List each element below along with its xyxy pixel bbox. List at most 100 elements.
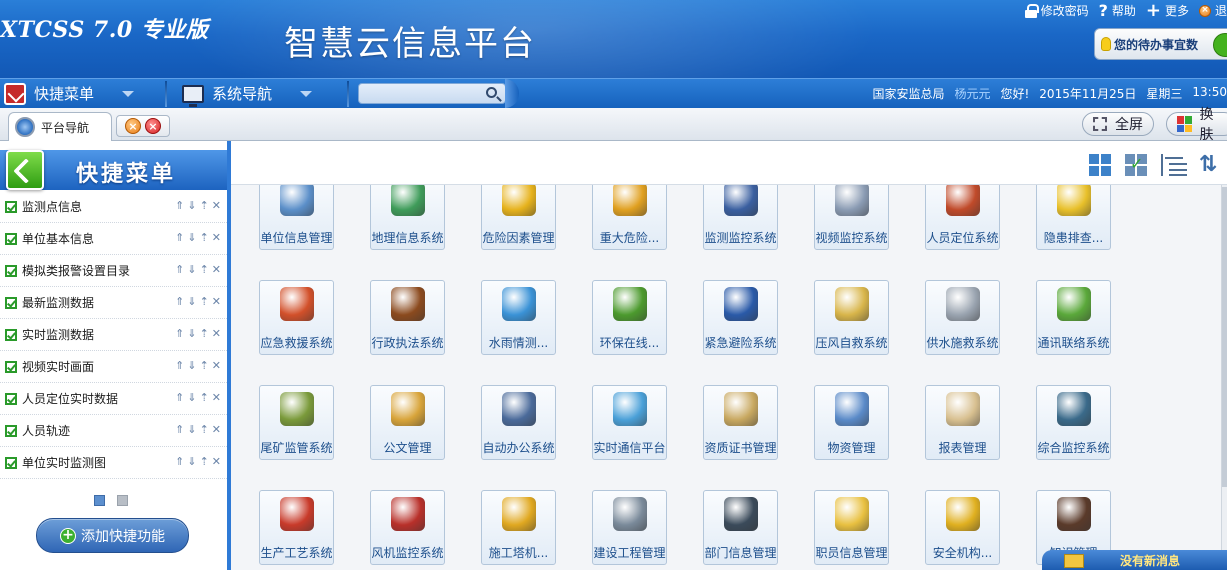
app-tile[interactable]: 自动办公系统 xyxy=(481,385,556,460)
remove-icon[interactable]: ✕ xyxy=(212,424,221,436)
tab-platform-nav[interactable]: 平台导航 xyxy=(8,112,112,141)
move-up-icon[interactable]: ⇡ xyxy=(200,200,209,212)
app-tile[interactable]: 水雨情测... xyxy=(481,280,556,355)
remove-icon[interactable]: ✕ xyxy=(212,200,221,212)
app-tile[interactable]: 部门信息管理 xyxy=(703,490,778,565)
search-icon[interactable] xyxy=(486,87,497,98)
move-up-icon[interactable]: ⇡ xyxy=(200,424,209,436)
move-up-icon[interactable]: ⇡ xyxy=(200,264,209,276)
search-input[interactable] xyxy=(363,86,481,101)
help-link[interactable]: ? 帮助 xyxy=(1099,2,1136,19)
skin-button[interactable]: 换肤 xyxy=(1166,107,1227,143)
app-tile[interactable]: 实时通信平台 xyxy=(592,385,667,460)
scrollbar-thumb[interactable] xyxy=(1222,187,1227,487)
sort-icon[interactable]: ⇅ xyxy=(1197,154,1219,176)
app-tile[interactable]: 尾矿监管系统 xyxy=(259,385,334,460)
move-down-icon[interactable]: ⇓ xyxy=(187,328,196,340)
app-tile[interactable]: 监测监控系统 xyxy=(703,185,778,250)
remove-icon[interactable]: ✕ xyxy=(212,456,221,468)
move-top-icon[interactable]: ⇑ xyxy=(175,456,184,468)
app-tile[interactable]: 行政执法系统 xyxy=(370,280,445,355)
fullscreen-button[interactable]: 全屏 xyxy=(1082,112,1154,136)
more-link[interactable]: + 更多 xyxy=(1146,1,1189,19)
move-up-icon[interactable]: ⇡ xyxy=(200,232,209,244)
sidebar-item[interactable]: 最新监测数据 ⇑ ⇓ ⇡ ✕ xyxy=(0,287,227,319)
change-password-link[interactable]: 修改密码 xyxy=(1024,2,1089,19)
app-tile[interactable]: 建设工程管理 xyxy=(592,490,667,565)
move-down-icon[interactable]: ⇓ xyxy=(187,232,196,244)
system-nav-dropdown[interactable]: 系统导航 xyxy=(182,79,313,108)
app-tile[interactable]: 视频监控系统 xyxy=(814,185,889,250)
app-tile[interactable]: 供水施救系统 xyxy=(925,280,1000,355)
remove-icon[interactable]: ✕ xyxy=(212,328,221,340)
move-down-icon[interactable]: ⇓ xyxy=(187,424,196,436)
grid-view-icon[interactable] xyxy=(1089,154,1111,176)
tree-view-icon[interactable] xyxy=(1161,154,1183,176)
app-tile[interactable]: 压风自救系统 xyxy=(814,280,889,355)
page-dot[interactable] xyxy=(117,495,128,506)
move-down-icon[interactable]: ⇓ xyxy=(187,360,196,372)
move-up-icon[interactable]: ⇡ xyxy=(200,296,209,308)
user-name[interactable]: 杨元元 xyxy=(954,85,990,102)
move-top-icon[interactable]: ⇑ xyxy=(175,296,184,308)
move-down-icon[interactable]: ⇓ xyxy=(187,200,196,212)
sidebar-item[interactable]: 视频实时画面 ⇑ ⇓ ⇡ ✕ xyxy=(0,351,227,383)
sidebar-item[interactable]: 实时监测数据 ⇑ ⇓ ⇡ ✕ xyxy=(0,319,227,351)
app-tile[interactable]: 人员定位系统 xyxy=(925,185,1000,250)
app-tile[interactable]: 物资管理 xyxy=(814,385,889,460)
exit-link[interactable]: × 退 xyxy=(1198,2,1227,19)
grid-select-icon[interactable] xyxy=(1125,154,1147,176)
back-arrow-icon[interactable] xyxy=(6,150,44,190)
app-tile[interactable]: 紧急避险系统 xyxy=(703,280,778,355)
sidebar-item[interactable]: 单位基本信息 ⇑ ⇓ ⇡ ✕ xyxy=(0,223,227,255)
move-down-icon[interactable]: ⇓ xyxy=(187,392,196,404)
move-up-icon[interactable]: ⇡ xyxy=(200,360,209,372)
add-shortcut-button[interactable]: + 添加快捷功能 xyxy=(36,518,189,553)
sidebar-item[interactable]: 单位实时监测图 ⇑ ⇓ ⇡ ✕ xyxy=(0,447,227,479)
app-tile[interactable]: 重大危险... xyxy=(592,185,667,250)
app-tile[interactable]: 安全机构... xyxy=(925,490,1000,565)
app-tile[interactable]: 职员信息管理 xyxy=(814,490,889,565)
app-tile[interactable]: 报表管理 xyxy=(925,385,1000,460)
app-tile[interactable]: 单位信息管理 xyxy=(259,185,334,250)
message-bar[interactable]: 没有新消息 xyxy=(1042,550,1227,570)
page-dot-active[interactable] xyxy=(94,495,105,506)
app-tile[interactable]: 综合监控系统 xyxy=(1036,385,1111,460)
move-top-icon[interactable]: ⇑ xyxy=(175,328,184,340)
todo-button[interactable]: 您的待办事宜数 xyxy=(1094,28,1227,60)
move-top-icon[interactable]: ⇑ xyxy=(175,200,184,212)
remove-icon[interactable]: ✕ xyxy=(212,360,221,372)
app-tile[interactable]: 应急救援系统 xyxy=(259,280,334,355)
sidebar-item[interactable]: 监测点信息 ⇑ ⇓ ⇡ ✕ xyxy=(0,191,227,223)
move-down-icon[interactable]: ⇓ xyxy=(187,264,196,276)
move-up-icon[interactable]: ⇡ xyxy=(200,392,209,404)
move-down-icon[interactable]: ⇓ xyxy=(187,296,196,308)
app-tile[interactable]: 施工塔机... xyxy=(481,490,556,565)
app-tile[interactable]: 风机监控系统 xyxy=(370,490,445,565)
close-all-icon[interactable]: × xyxy=(145,118,161,134)
scrollbar[interactable] xyxy=(1221,185,1227,570)
move-top-icon[interactable]: ⇑ xyxy=(175,264,184,276)
move-down-icon[interactable]: ⇓ xyxy=(187,456,196,468)
move-up-icon[interactable]: ⇡ xyxy=(200,456,209,468)
app-tile[interactable]: 隐患排查... xyxy=(1036,185,1111,250)
app-tile[interactable]: 地理信息系统 xyxy=(370,185,445,250)
move-top-icon[interactable]: ⇑ xyxy=(175,424,184,436)
move-top-icon[interactable]: ⇑ xyxy=(175,232,184,244)
remove-icon[interactable]: ✕ xyxy=(212,232,221,244)
remove-icon[interactable]: ✕ xyxy=(212,392,221,404)
move-top-icon[interactable]: ⇑ xyxy=(175,392,184,404)
sidebar-item[interactable]: 人员定位实时数据 ⇑ ⇓ ⇡ ✕ xyxy=(0,383,227,415)
app-tile[interactable]: 通讯联络系统 xyxy=(1036,280,1111,355)
app-tile[interactable]: 生产工艺系统 xyxy=(259,490,334,565)
app-tile[interactable]: 公文管理 xyxy=(370,385,445,460)
remove-icon[interactable]: ✕ xyxy=(212,296,221,308)
sidebar-item[interactable]: 模拟类报警设置目录 ⇑ ⇓ ⇡ ✕ xyxy=(0,255,227,287)
move-top-icon[interactable]: ⇑ xyxy=(175,360,184,372)
app-tile[interactable]: 危险因素管理 xyxy=(481,185,556,250)
quick-menu-dropdown[interactable]: 快捷菜单 xyxy=(4,79,135,108)
close-others-icon[interactable]: × xyxy=(125,118,141,134)
sidebar-item[interactable]: 人员轨迹 ⇑ ⇓ ⇡ ✕ xyxy=(0,415,227,447)
app-tile[interactable]: 环保在线... xyxy=(592,280,667,355)
app-tile[interactable]: 资质证书管理 xyxy=(703,385,778,460)
